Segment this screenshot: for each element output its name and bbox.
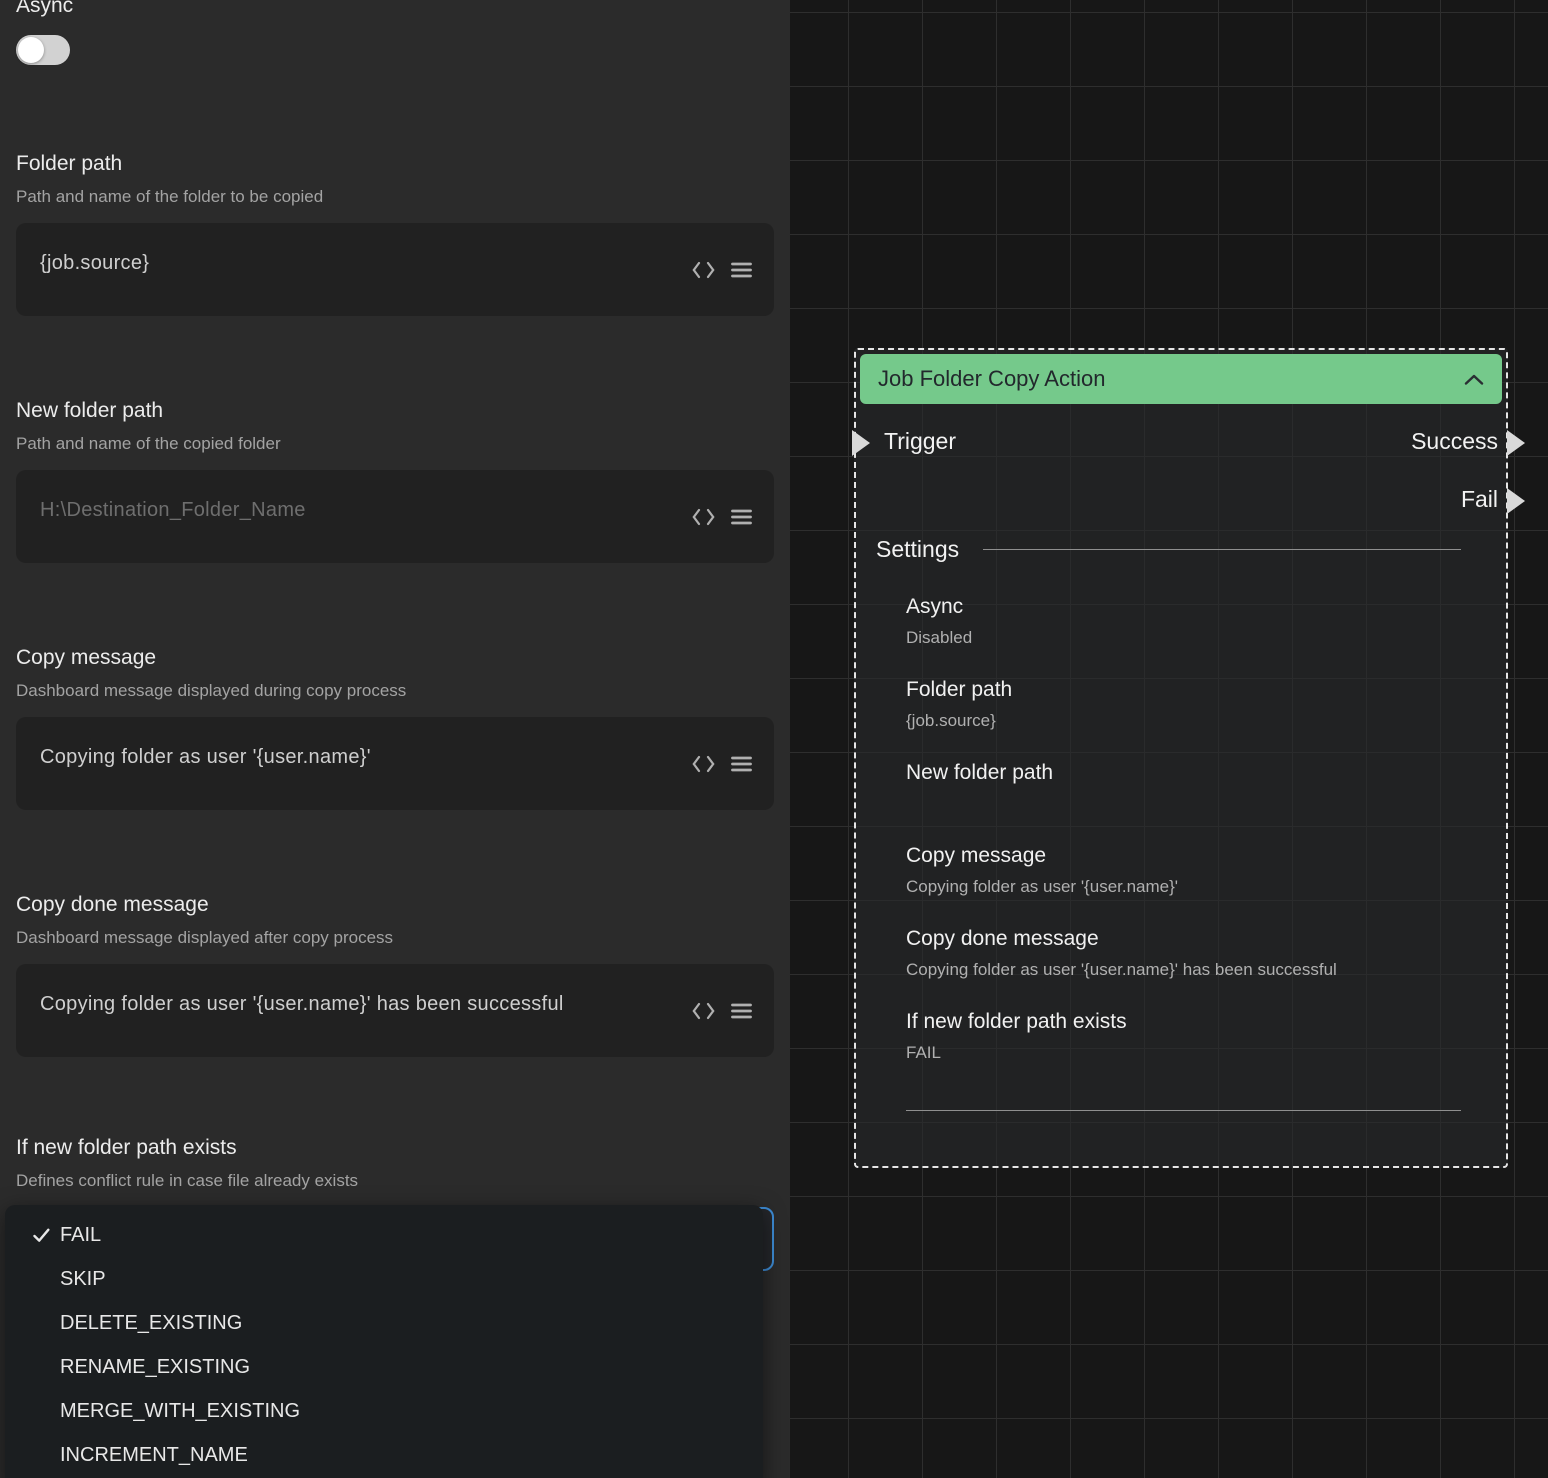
dropdown-option-skip[interactable]: SKIP [5, 1257, 763, 1301]
field-group-new-folder-path: New folder path Path and name of the cop… [16, 396, 774, 563]
field-label: If new folder path exists [16, 1133, 774, 1163]
list-icon[interactable] [731, 261, 752, 278]
trigger-label: Trigger [884, 428, 956, 455]
input-value: Copying folder as user '{user.name}' has… [40, 990, 664, 1018]
field-group-folder-path: Folder path Path and name of the folder … [16, 149, 774, 316]
io-row-fail: Fail [856, 484, 1506, 514]
field-description: Dashboard message displayed during copy … [16, 679, 774, 703]
field-label: Folder path [16, 149, 774, 179]
dropdown-option-fail[interactable]: FAIL [5, 1213, 763, 1257]
toggle-knob [18, 37, 44, 63]
input-placeholder: H:\Destination_Folder_Name [40, 496, 664, 524]
field-label: New folder path [16, 396, 774, 426]
list-icon[interactable] [731, 1002, 752, 1019]
input-value: Copying folder as user '{user.name}' [40, 743, 664, 771]
node-bottom-divider [906, 1110, 1461, 1111]
success-label: Success [1411, 428, 1498, 455]
option-label: SKIP [60, 1268, 106, 1291]
input-value: {job.source} [40, 249, 664, 277]
field-group-copy-done-message: Copy done message Dashboard message disp… [16, 890, 774, 1057]
node-title: Job Folder Copy Action [878, 366, 1105, 392]
copy-done-message-input[interactable]: Copying folder as user '{user.name}' has… [16, 964, 774, 1057]
trigger-port-icon[interactable] [852, 430, 870, 456]
chevron-up-icon[interactable] [1464, 374, 1484, 385]
setting-entry-conflict-rule: If new folder path exists FAIL [906, 1007, 1461, 1065]
option-label: RENAME_EXISTING [60, 1356, 250, 1379]
dropdown-option-delete-existing[interactable]: DELETE_EXISTING [5, 1301, 763, 1345]
option-label: DELETE_EXISTING [60, 1312, 242, 1335]
setting-entry-async: Async Disabled [906, 592, 1461, 650]
flow-canvas[interactable]: Job Folder Copy Action Trigger Success F… [790, 0, 1548, 1478]
field-description: Path and name of the copied folder [16, 432, 774, 456]
setting-entry-copy-done-message: Copy done message Copying folder as user… [906, 924, 1461, 982]
field-description: Defines conflict rule in case file alrea… [16, 1169, 774, 1193]
settings-divider [983, 549, 1461, 550]
field-label: Copy message [16, 643, 774, 673]
list-icon[interactable] [731, 508, 752, 525]
node-header[interactable]: Job Folder Copy Action [860, 354, 1502, 404]
code-icon[interactable] [692, 508, 715, 525]
field-group-copy-message: Copy message Dashboard message displayed… [16, 643, 774, 810]
node-job-folder-copy-action[interactable]: Job Folder Copy Action Trigger Success F… [854, 348, 1508, 1168]
field-description: Path and name of the folder to be copied [16, 185, 774, 209]
code-icon[interactable] [692, 1002, 715, 1019]
settings-heading-row: Settings [856, 534, 1506, 564]
fail-label: Fail [1461, 486, 1498, 513]
setting-entry-new-folder-path: New folder path [906, 758, 1461, 816]
settings-heading: Settings [876, 536, 959, 563]
conflict-rule-dropdown: FAIL SKIP DELETE_EXISTING RENAME_EXISTIN… [5, 1205, 763, 1478]
code-icon[interactable] [692, 261, 715, 278]
option-label: INCREMENT_NAME [60, 1444, 248, 1467]
check-icon [33, 1228, 60, 1243]
fail-port-icon[interactable] [1507, 488, 1525, 514]
option-label: FAIL [60, 1224, 101, 1247]
dropdown-option-merge-with-existing[interactable]: MERGE_WITH_EXISTING [5, 1389, 763, 1433]
code-icon[interactable] [692, 755, 715, 772]
app-root: Async Folder path Path and name of the f… [0, 0, 1548, 1478]
folder-path-input[interactable]: {job.source} [16, 223, 774, 316]
node-settings-list: Async Disabled Folder path {job.source} … [856, 592, 1506, 1065]
list-icon[interactable] [731, 755, 752, 772]
copy-message-input[interactable]: Copying folder as user '{user.name}' [16, 717, 774, 810]
async-label: Async [16, 0, 774, 19]
async-toggle[interactable] [16, 35, 70, 65]
setting-entry-copy-message: Copy message Copying folder as user '{us… [906, 841, 1461, 899]
dropdown-option-increment-name[interactable]: INCREMENT_NAME [5, 1433, 763, 1477]
dropdown-option-rename-existing[interactable]: RENAME_EXISTING [5, 1345, 763, 1389]
setting-entry-folder-path: Folder path {job.source} [906, 675, 1461, 733]
io-row-top: Trigger Success [856, 426, 1506, 456]
option-label: MERGE_WITH_EXISTING [60, 1400, 300, 1423]
success-port-icon[interactable] [1507, 430, 1525, 456]
field-description: Dashboard message displayed after copy p… [16, 926, 774, 950]
settings-panel: Async Folder path Path and name of the f… [0, 0, 790, 1478]
new-folder-path-input[interactable]: H:\Destination_Folder_Name [16, 470, 774, 563]
field-label: Copy done message [16, 890, 774, 920]
